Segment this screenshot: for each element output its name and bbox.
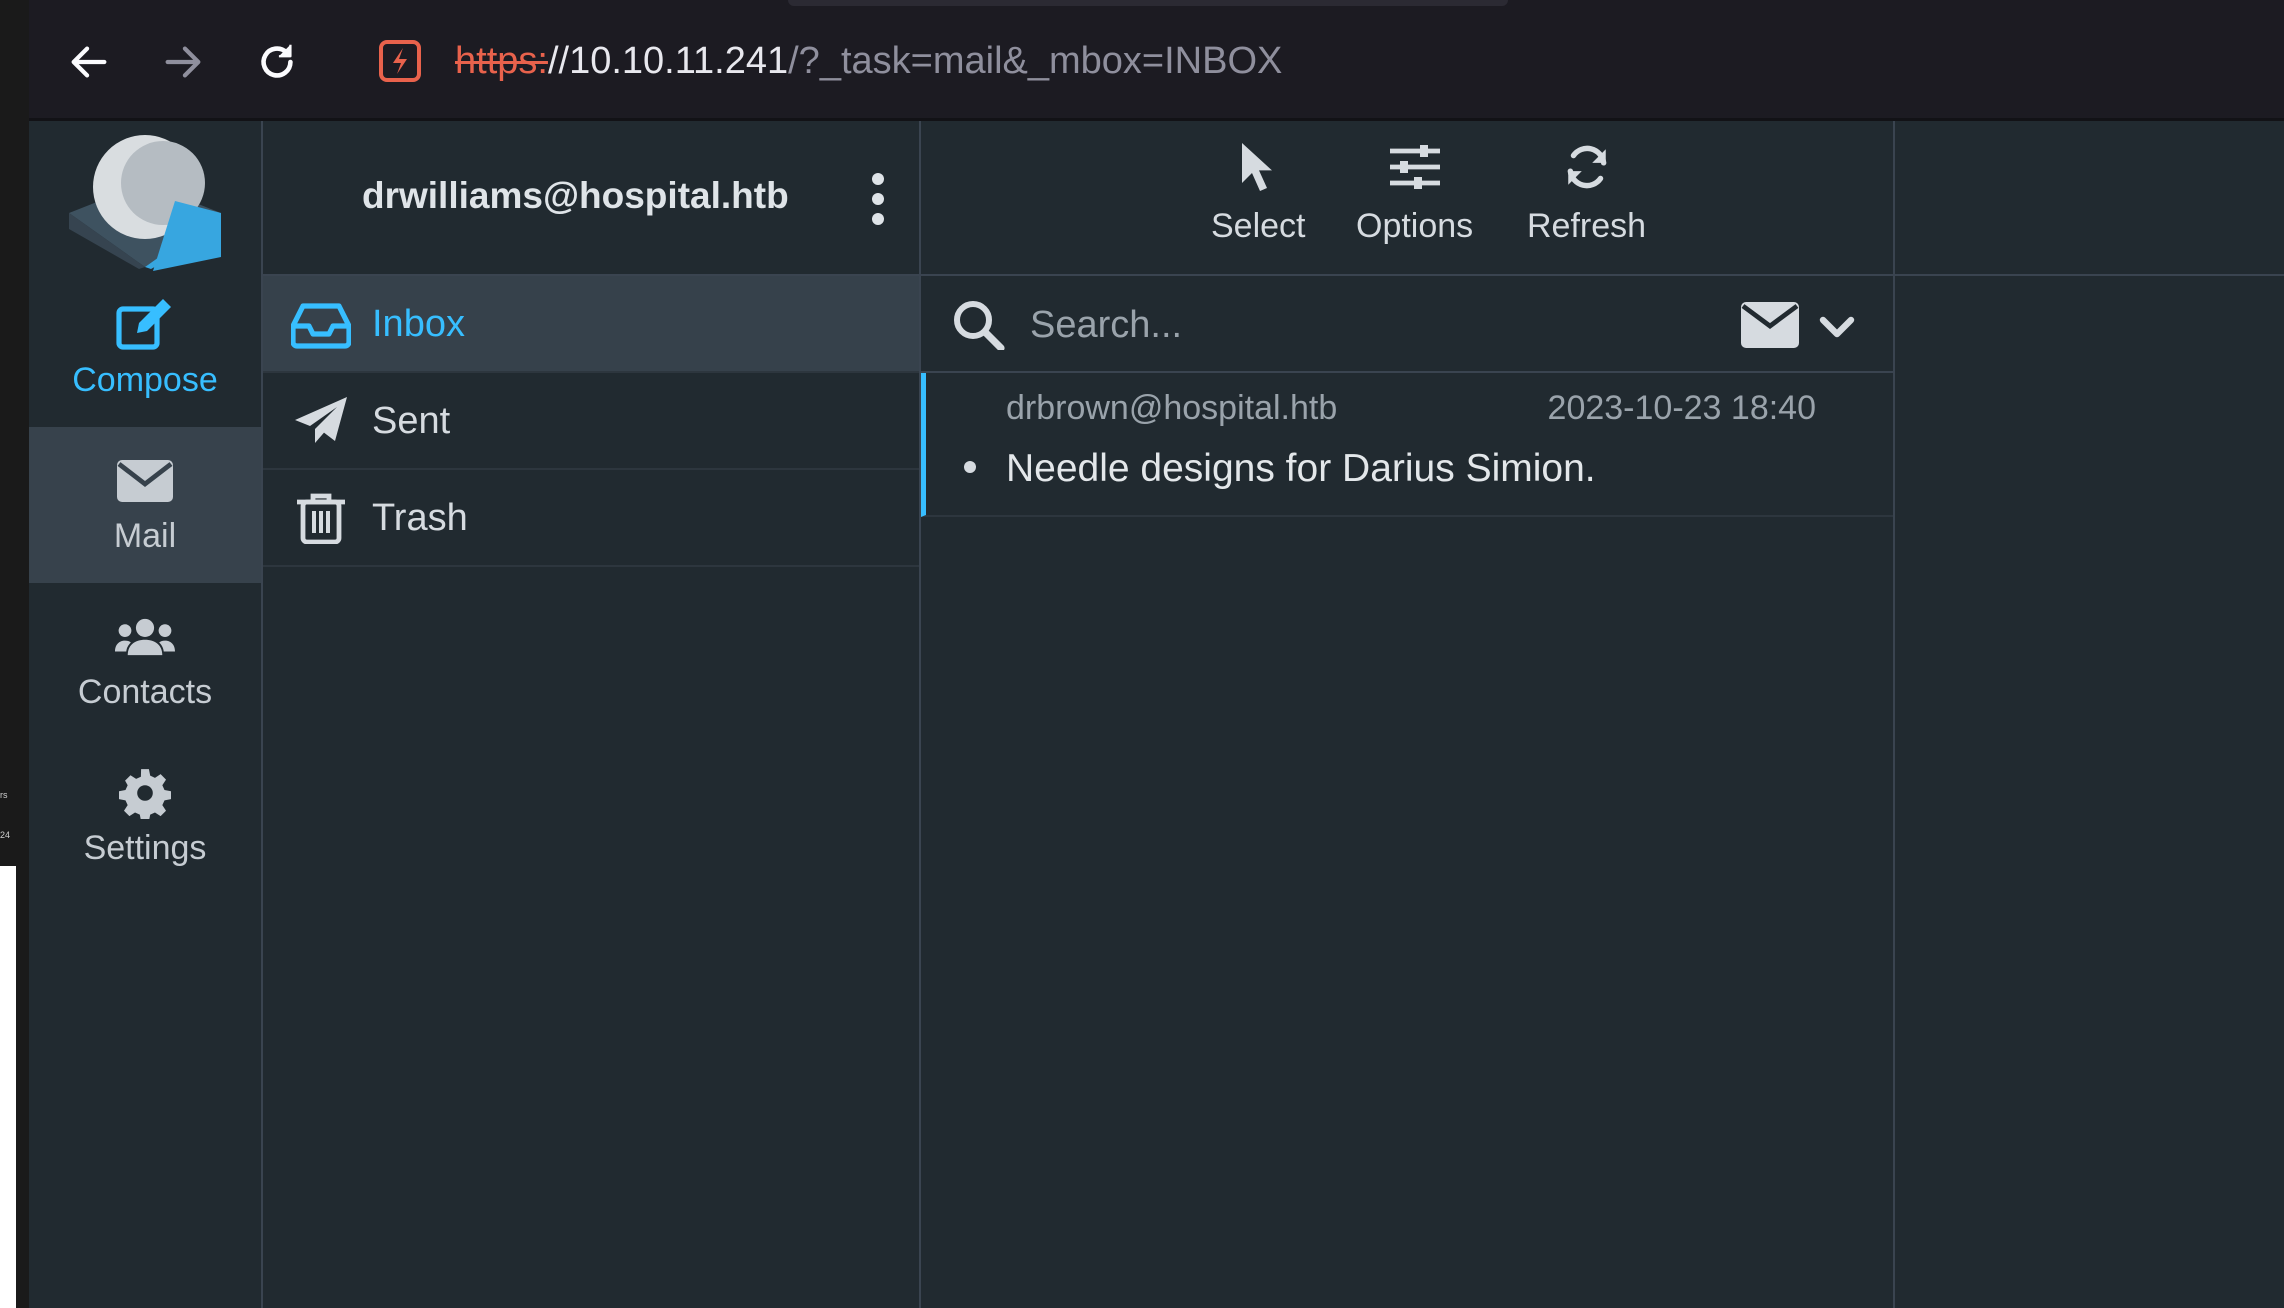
url-text[interactable]: https://10.10.11.241/?_task=mail&_mbox=I…: [455, 36, 1282, 86]
search-bar: [921, 276, 1893, 373]
refresh-button[interactable]: Refresh: [1527, 139, 1646, 259]
url-scheme: https:: [455, 40, 548, 82]
compose-icon: [115, 298, 175, 351]
folder-trash[interactable]: Trash: [263, 470, 919, 567]
folder-pane-header: drwilliams@hospital.htb: [263, 121, 919, 276]
desktop-text-fragment: rs: [0, 790, 8, 800]
message-list-toolbar: Select Options Refresh: [921, 121, 1893, 276]
message-content-pane: [1895, 121, 2284, 1308]
back-button[interactable]: [57, 30, 121, 94]
active-tab[interactable]: [788, 0, 1508, 6]
webmail-app: Compose Mail Contacts Settings drwilliam…: [29, 121, 2284, 1308]
kebab-menu-icon[interactable]: [863, 171, 893, 227]
insecure-connection-icon[interactable]: [376, 37, 424, 85]
mail-label: Mail: [113, 516, 177, 555]
settings-label: Settings: [83, 828, 207, 867]
roundcube-logo[interactable]: [65, 131, 225, 271]
unread-indicator-icon[interactable]: [964, 461, 976, 473]
forward-button[interactable]: [151, 30, 215, 94]
main-navigation: Compose Mail Contacts Settings: [29, 121, 263, 1308]
nav-settings[interactable]: Settings: [29, 739, 261, 895]
gear-icon: [115, 767, 175, 819]
folder-label: Trash: [372, 497, 468, 539]
arrow-right-icon: [165, 46, 201, 78]
browser-window: https://10.10.11.241/?_task=mail&_mbox=I…: [29, 0, 2284, 1308]
message-row[interactable]: drbrown@hospital.htb 2023-10-23 18:40 Ne…: [921, 373, 1893, 517]
folder-inbox[interactable]: Inbox: [263, 276, 919, 373]
reload-icon: [261, 44, 293, 78]
message-list-pane: Select Options Refresh Search... drbrown…: [921, 121, 1895, 1308]
envelope-icon[interactable]: [1741, 302, 1799, 348]
envelope-icon: [115, 455, 175, 507]
folder-sent[interactable]: Sent: [263, 373, 919, 470]
pointer-icon: [1230, 139, 1286, 195]
options-button[interactable]: Options: [1356, 139, 1473, 259]
nav-contacts[interactable]: Contacts: [29, 583, 261, 739]
desktop-window-edge: [0, 866, 16, 1308]
paper-plane-icon: [295, 397, 347, 443]
select-label: Select: [1211, 207, 1306, 245]
inbox-icon: [291, 303, 351, 349]
folder-label: Sent: [372, 400, 451, 442]
arrow-left-icon: [71, 46, 107, 78]
compose-label: Compose: [72, 360, 218, 399]
refresh-label: Refresh: [1527, 207, 1647, 245]
url-host: //10.10.11.241: [547, 40, 789, 82]
nav-mail[interactable]: Mail: [29, 427, 261, 583]
message-subject: Needle designs for Darius Simion.: [1006, 447, 1596, 490]
reload-button[interactable]: [245, 30, 309, 94]
content-pane-header: [1895, 121, 2284, 276]
message-sender: drbrown@hospital.htb: [1006, 389, 1338, 427]
compose-button[interactable]: Compose: [29, 271, 261, 427]
users-icon: [115, 611, 175, 663]
address-bar[interactable]: https://10.10.11.241/?_task=mail&_mbox=I…: [359, 22, 2259, 100]
select-button[interactable]: Select: [1211, 139, 1306, 259]
chevron-down-icon[interactable]: [1817, 306, 1857, 346]
trash-icon: [297, 493, 345, 544]
sliders-icon: [1387, 139, 1443, 195]
folder-label: Inbox: [372, 303, 465, 345]
options-label: Options: [1356, 207, 1474, 245]
contacts-label: Contacts: [77, 672, 213, 711]
message-date: 2023-10-23 18:40: [1547, 389, 1816, 427]
search-input[interactable]: [1028, 296, 1552, 354]
desktop-text-fragment: 24: [0, 830, 11, 840]
browser-toolbar: https://10.10.11.241/?_task=mail&_mbox=I…: [29, 0, 2284, 121]
url-path: /?_task=mail&_mbox=INBOX: [788, 40, 1283, 82]
search-icon[interactable]: [951, 300, 1007, 350]
desktop-background: rs 24: [0, 0, 29, 1308]
account-name: drwilliams@hospital.htb: [362, 175, 789, 216]
folder-pane: drwilliams@hospital.htb Inbox Sent Trash: [263, 121, 921, 1308]
refresh-icon: [1559, 139, 1615, 195]
